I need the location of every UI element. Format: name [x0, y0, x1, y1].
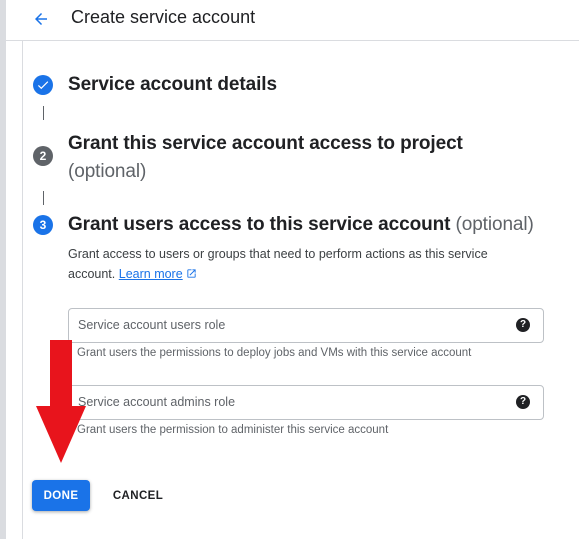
- step-1-title[interactable]: Service account details: [68, 74, 277, 96]
- page-title: Create service account: [71, 7, 256, 27]
- red-arrow-annotation: [36, 340, 86, 463]
- step-3-number: 3: [39, 218, 47, 232]
- step-1-indicator: [33, 75, 53, 95]
- page-header: Create service account: [6, 0, 579, 41]
- open-in-new-icon[interactable]: [186, 268, 197, 279]
- learn-more-link[interactable]: Learn more: [119, 267, 183, 281]
- arrow-back-icon: [35, 13, 47, 25]
- step-connector: [43, 191, 44, 205]
- stepper-content: Service account details 2 Grant this ser…: [22, 41, 579, 539]
- service-account-users-role-field[interactable]: Service account users role ?: [68, 308, 544, 343]
- step-2-title[interactable]: Grant this service account access to pro…: [68, 130, 463, 186]
- done-button[interactable]: DONE: [32, 480, 90, 511]
- step-connector: [43, 106, 44, 120]
- users-role-helper: Grant users the permissions to deploy jo…: [77, 347, 472, 359]
- service-account-admins-role-field[interactable]: Service account admins role ?: [68, 385, 544, 420]
- users-role-label: Service account users role: [78, 318, 226, 332]
- step-3-optional: (optional): [455, 214, 534, 235]
- back-button[interactable]: [26, 4, 56, 34]
- step-2-title-text: Grant this service account access to pro…: [68, 133, 463, 154]
- step-3-title-text: Grant users access to this service accou…: [68, 214, 451, 235]
- step-2-number: 2: [39, 149, 47, 163]
- step-3-description: Grant access to users or groups that nee…: [68, 244, 528, 284]
- step-3-indicator: 3: [33, 215, 53, 235]
- help-icon[interactable]: ?: [516, 395, 530, 409]
- cancel-button[interactable]: CANCEL: [105, 480, 171, 511]
- step-2-indicator: 2: [33, 146, 53, 166]
- check-icon: [37, 81, 49, 90]
- left-panel-edge: [0, 0, 6, 539]
- help-icon[interactable]: ?: [516, 318, 530, 332]
- step-2-optional: (optional): [68, 161, 147, 182]
- admins-role-label: Service account admins role: [78, 395, 236, 409]
- admins-role-helper: Grant users the permission to administer…: [77, 424, 389, 436]
- step-3-title[interactable]: Grant users access to this service accou…: [68, 214, 534, 236]
